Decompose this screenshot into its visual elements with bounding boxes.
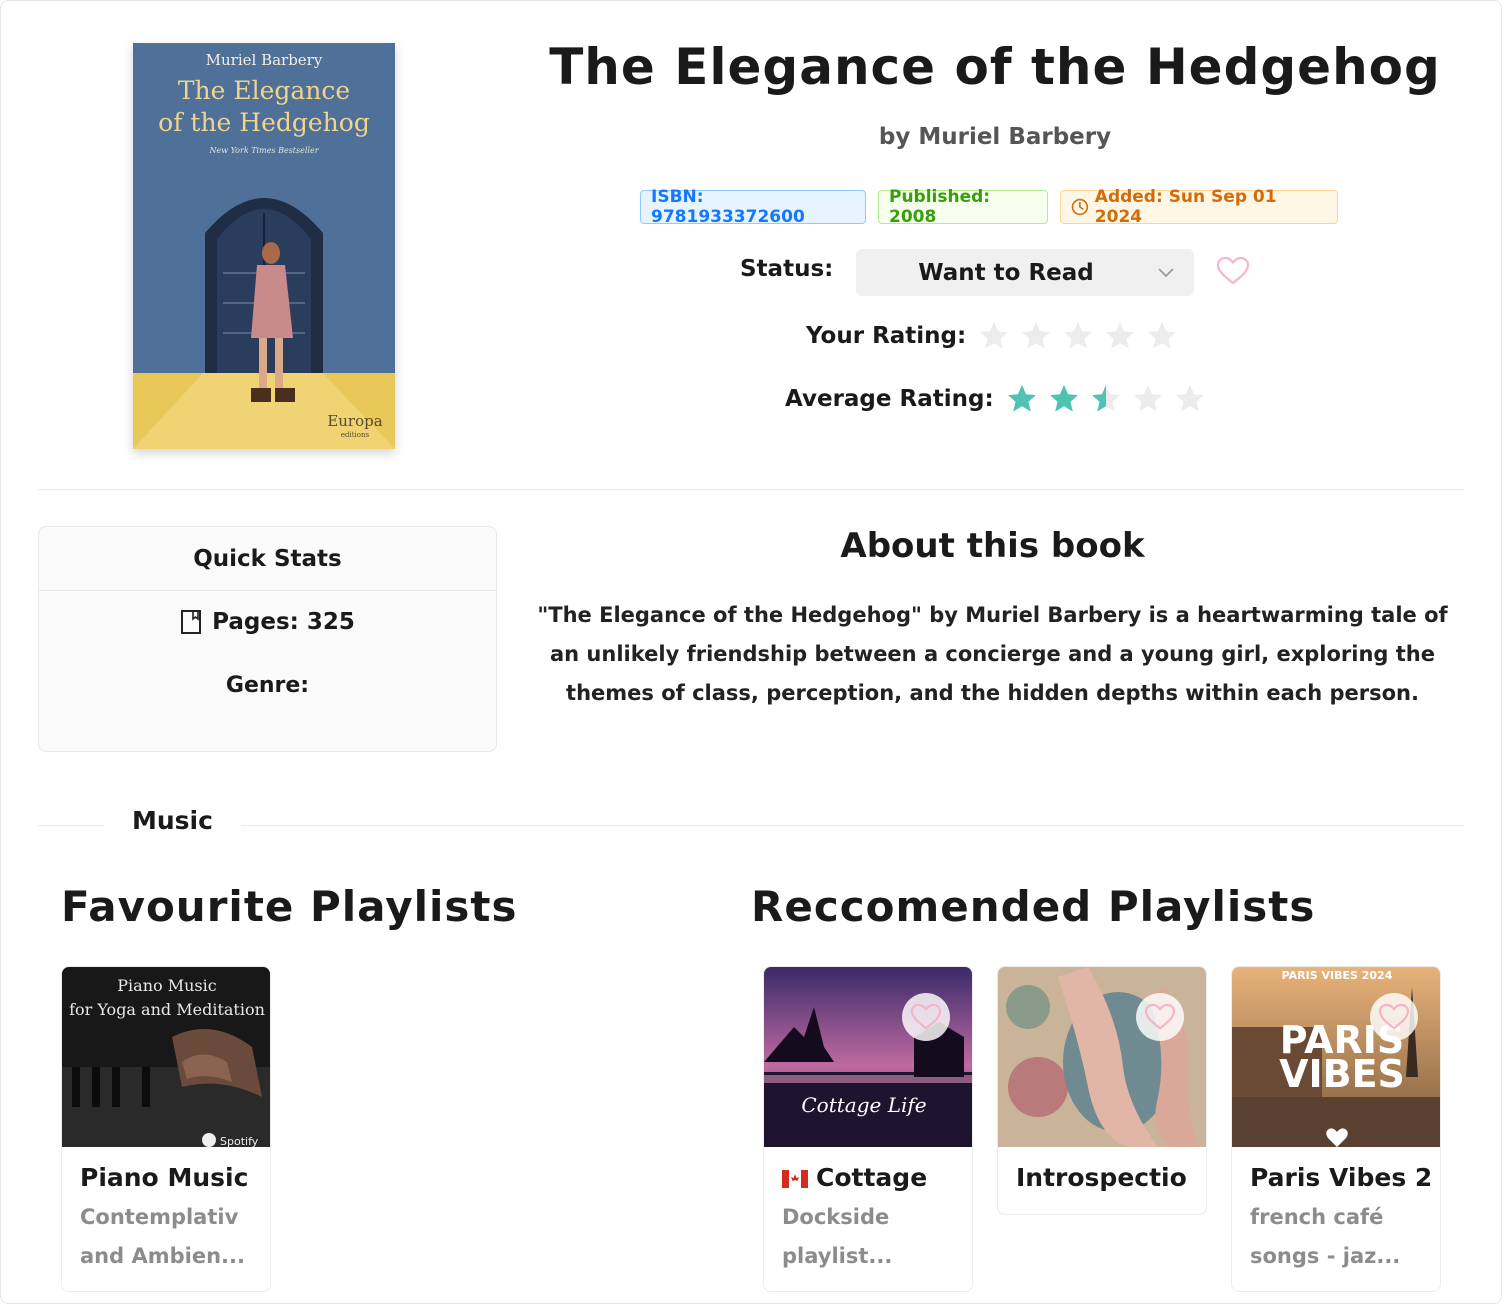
heart-outline-icon	[1144, 1003, 1176, 1030]
recommended-playlists-heading: Reccomended Playlists	[751, 882, 1316, 931]
your-rating-row: Your Rating:	[806, 320, 1178, 352]
status-label: Status:	[740, 256, 834, 282]
playlist-desc-line2: songs - jaz...	[1250, 1244, 1401, 1268]
clock-icon	[1071, 198, 1089, 216]
playlist-title: Introspectio	[1016, 1163, 1187, 1192]
playlist-description: french café songs - jaz...	[1232, 1192, 1440, 1276]
playlist-desc-line1: french café	[1250, 1205, 1384, 1229]
cover-title-line1: The Elegance	[178, 76, 350, 105]
art-text: Cottage Life	[801, 1093, 926, 1117]
cover-author: Muriel Barbery	[206, 51, 323, 69]
average-rating-star-icon	[1049, 385, 1078, 412]
cover-tagline: New York Times Bestseller	[208, 146, 319, 155]
added-text: Added: Sun Sep 01 2024	[1094, 187, 1277, 227]
published-badge: Published: 2008	[878, 187, 1048, 227]
art-brand: Spotify	[220, 1135, 259, 1147]
playlist-desc-line2: and Ambien...	[80, 1244, 245, 1268]
quick-stats-heading: Quick Stats	[39, 527, 496, 591]
favourite-heart-button[interactable]	[1216, 256, 1250, 290]
about-heading: About this book	[840, 526, 1145, 566]
added-badge: Added: Sun Sep 01 2024	[1060, 187, 1338, 227]
playlist-art	[998, 967, 1206, 1147]
pages-text: Pages: 325	[212, 609, 355, 635]
playlist-art: Piano Music for Yoga and Meditation Spot…	[62, 967, 270, 1147]
add-favourite-button[interactable]	[1136, 993, 1184, 1041]
average-rating-star-icon	[1133, 385, 1162, 412]
pages-stat: Pages: 325	[39, 609, 496, 635]
art-text-line2: for Yoga and Meditation	[69, 1000, 265, 1019]
average-rating-label: Average Rating:	[785, 386, 994, 412]
your-rating-star-icon[interactable]	[1146, 320, 1178, 352]
playlist-description: Dockside playlist...	[764, 1192, 972, 1276]
status-select[interactable]: Want to Read	[856, 249, 1194, 296]
playlist-art: Cottage Life	[764, 967, 972, 1147]
about-text: "The Elegance of the Hedgehog" by Muriel…	[537, 603, 1448, 705]
average-rating-star-icon	[1175, 385, 1204, 412]
playlist-title: Cottage	[764, 1147, 972, 1192]
cover-publisher-sub: editions	[341, 431, 370, 439]
art-big-text-2: VIBES	[1279, 1052, 1405, 1096]
genre-stat: Genre:	[225, 673, 310, 698]
canada-flag-icon	[782, 1170, 808, 1188]
heart-outline-icon	[910, 1003, 942, 1030]
average-rating-star-icon	[1091, 385, 1120, 412]
your-rating-star-icon[interactable]	[1104, 320, 1136, 352]
average-rating-row: Average Rating:	[785, 383, 1206, 415]
playlist-title-text: Cottage	[816, 1163, 928, 1192]
add-favourite-button[interactable]	[1370, 993, 1418, 1041]
playlist-card-introspection[interactable]: Introspectio	[997, 966, 1207, 1215]
isbn-badge: ISBN: 9781933372600	[640, 187, 866, 227]
favourite-playlists-heading: Favourite Playlists	[61, 882, 518, 931]
quick-stats-card: Quick Stats Pages: 325 Genre:	[38, 526, 497, 752]
book-author: by Muriel Barbery	[878, 124, 1112, 150]
music-label: Music	[104, 806, 241, 835]
playlist-title: Piano Music	[80, 1163, 249, 1192]
average-rating-star-icon	[1007, 385, 1036, 412]
chevron-down-icon	[1158, 268, 1174, 278]
your-rating-star-icon[interactable]	[978, 320, 1010, 352]
your-rating-star-icon[interactable]	[1020, 320, 1052, 352]
book-cover: Muriel Barbery The Elegance of the Hedge…	[133, 43, 395, 449]
published-text: Published: 2008	[889, 187, 991, 227]
your-rating-star-icon[interactable]	[1062, 320, 1094, 352]
playlist-art: PARIS VIBES 2024 PARIS VIBES	[1232, 967, 1440, 1147]
book-title: The Elegance of the Hedgehog	[549, 38, 1441, 96]
playlist-card-cottage[interactable]: Cottage Life Cottage Dockside playlist..…	[763, 966, 973, 1292]
playlist-title: Paris Vibes 2	[1250, 1163, 1433, 1192]
cover-publisher: Europa	[327, 412, 382, 430]
your-rating-label: Your Rating:	[806, 323, 967, 349]
playlist-description: Contemplativ and Ambien...	[62, 1192, 270, 1276]
book-badges: ISBN: 9781933372600 Published: 2008 Adde…	[640, 187, 1338, 227]
playlist-card-paris-vibes[interactable]: PARIS VIBES 2024 PARIS VIBES Paris Vibes…	[1231, 966, 1441, 1292]
your-rating-stars[interactable]	[978, 320, 1178, 352]
add-favourite-button[interactable]	[902, 993, 950, 1041]
playlist-card-piano-music[interactable]: Piano Music for Yoga and Meditation Spot…	[61, 966, 271, 1292]
playlist-desc-line1: Dockside	[782, 1205, 890, 1229]
playlist-desc-line2: playlist...	[782, 1244, 893, 1268]
book-icon	[181, 610, 202, 634]
playlist-desc-line1: Contemplativ	[80, 1205, 239, 1229]
art-top-text: PARIS VIBES 2024	[1282, 969, 1393, 982]
isbn-text: ISBN: 9781933372600	[651, 187, 805, 227]
art-text-line1: Piano Music	[117, 976, 216, 995]
average-rating-stars	[1006, 383, 1206, 415]
cover-title-line2: of the Hedgehog	[158, 108, 370, 137]
music-divider	[38, 825, 1464, 826]
status-value: Want to Read	[918, 259, 1094, 286]
section-divider	[38, 489, 1464, 490]
heart-outline-icon	[1378, 1003, 1410, 1030]
heart-outline-icon	[1216, 256, 1250, 285]
